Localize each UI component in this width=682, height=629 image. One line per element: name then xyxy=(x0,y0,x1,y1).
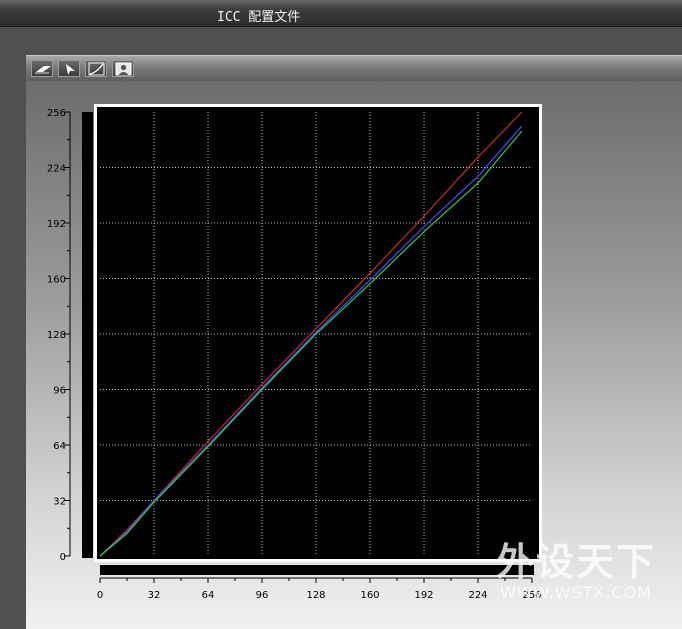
x-tick-label: 192 xyxy=(414,590,433,601)
y-tick-label: 256 xyxy=(47,108,66,119)
y-tick-label: 192 xyxy=(47,219,66,230)
y-slider-strip xyxy=(82,112,93,558)
x-tick-label: 224 xyxy=(468,590,487,601)
y-tick-label: 224 xyxy=(47,164,66,175)
y-tick-label: 64 xyxy=(53,441,66,452)
y-tick-label: 128 xyxy=(47,330,66,341)
x-tick-label: 64 xyxy=(202,590,215,601)
watermark-main: 外设天下 xyxy=(495,540,656,584)
x-slider-strip xyxy=(100,565,534,575)
watermark-sub: WWW.WSTX.COM xyxy=(499,583,653,602)
y-tick-label: 32 xyxy=(53,497,66,508)
tone-curve-chart[interactable]: 0 32 64 96 128 160 192 224 256 0 32 64 96 128 160 192 22… xyxy=(0,0,682,629)
y-tick-label: 160 xyxy=(47,275,66,286)
x-tick-label: 128 xyxy=(306,590,325,601)
x-tick-label: 160 xyxy=(360,590,379,601)
x-tick-label: 0 xyxy=(97,590,103,601)
x-tick-label: 32 xyxy=(148,590,161,601)
y-tick-label: 0 xyxy=(60,552,66,563)
x-tick-label: 96 xyxy=(256,590,269,601)
watermark: 外设天下 WWW.WSTX.COM xyxy=(486,540,666,602)
y-tick-label: 96 xyxy=(53,386,66,397)
